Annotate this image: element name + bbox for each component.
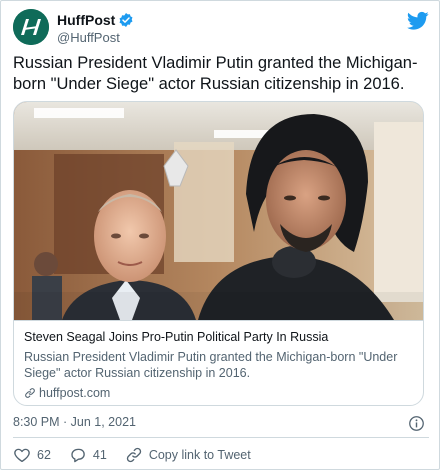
display-name[interactable]: HuffPost <box>57 12 115 28</box>
card-image[interactable] <box>14 102 423 320</box>
card-domain-label: huffpost.com <box>39 386 111 400</box>
tweet-header: HuffPost @HuffPost <box>13 9 429 49</box>
action-bar: 62 41 Copy link to Tweet <box>13 445 269 465</box>
timestamp[interactable]: 8:30 PM · Jun 1, 2021 <box>13 415 136 429</box>
tweet-text: Russian President Vladimir Putin granted… <box>13 54 418 93</box>
timestamp-row: 8:30 PM · Jun 1, 2021 <box>13 415 429 433</box>
huffpost-logo-icon <box>13 9 49 45</box>
reply-button[interactable]: 41 <box>69 446 107 464</box>
twitter-bird-icon[interactable] <box>407 11 429 31</box>
reply-count: 41 <box>92 448 107 462</box>
card-title[interactable]: Steven Seagal Joins Pro-Putin Political … <box>24 329 415 345</box>
card-description: Russian President Vladimir Putin granted… <box>24 350 398 380</box>
link-icon <box>126 447 141 463</box>
verified-badge-icon <box>119 13 133 27</box>
copy-link-button[interactable]: Copy link to Tweet <box>125 446 251 464</box>
link-icon <box>25 388 35 398</box>
name-row: HuffPost <box>57 11 134 29</box>
reply-bubble-icon <box>71 448 85 463</box>
tweet-embed: HuffPost @HuffPost Russian President Vla… <box>0 0 440 470</box>
like-count: 62 <box>37 448 51 462</box>
like-button[interactable]: 62 <box>13 446 51 464</box>
avatar[interactable] <box>13 9 49 45</box>
handle[interactable]: @HuffPost <box>57 30 120 45</box>
info-icon[interactable] <box>408 415 425 432</box>
photo-two-men-icon <box>14 102 423 320</box>
copy-link-label: Copy link to Tweet <box>148 448 251 462</box>
card-body: Steven Seagal Joins Pro-Putin Political … <box>14 320 423 405</box>
divider <box>13 437 429 438</box>
heart-icon <box>14 448 30 463</box>
card-domain[interactable]: huffpost.com <box>24 385 415 401</box>
link-card[interactable]: Steven Seagal Joins Pro-Putin Political … <box>13 101 424 406</box>
